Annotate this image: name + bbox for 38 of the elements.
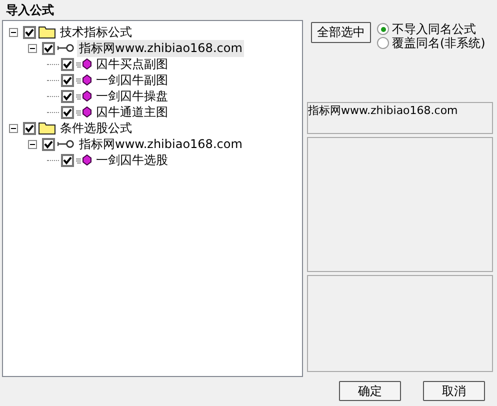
formula-icon — [76, 106, 92, 118]
info-box: 指标网www.zhibiao168.com — [307, 102, 493, 134]
tree-item[interactable]: 一剑囚牛操盘 — [94, 88, 170, 104]
folder-icon — [38, 25, 56, 39]
select-all-button[interactable]: 全部选中 — [311, 22, 371, 43]
tree-item[interactable]: 条件选股公式 — [58, 120, 134, 136]
checkbox[interactable] — [61, 90, 74, 102]
tree-item[interactable]: 囚牛通道主图 — [94, 104, 170, 120]
formula-icon — [76, 58, 92, 70]
checkbox[interactable] — [23, 122, 36, 134]
checkbox[interactable] — [61, 154, 74, 166]
checkbox[interactable] — [23, 26, 36, 38]
tree-item[interactable]: 囚牛买点副图 — [94, 56, 170, 72]
dialog-button[interactable]: 确定 — [339, 381, 401, 401]
radio-option[interactable]: 覆盖同名(非系统) — [377, 36, 486, 50]
collapse-icon[interactable] — [9, 124, 18, 132]
checkbox[interactable] — [61, 106, 74, 118]
formula-icon — [76, 154, 92, 166]
key-icon — [57, 43, 75, 53]
formula-icon — [76, 90, 92, 102]
tree-item[interactable]: 指标网www.zhibiao168.com — [77, 40, 244, 56]
tree-item[interactable]: 一剑囚牛副图 — [94, 72, 170, 88]
radio-option[interactable]: 不导入同名公式 — [377, 22, 486, 36]
dialog-button[interactable]: 取消 — [423, 381, 485, 401]
collapse-icon[interactable] — [28, 44, 37, 52]
checkbox[interactable] — [42, 42, 55, 54]
checkbox[interactable] — [61, 58, 74, 70]
window-title: 导入公式 — [5, 2, 55, 19]
tree-item[interactable]: 一剑囚牛选股 — [94, 152, 170, 168]
key-icon — [57, 139, 75, 149]
formula-icon — [76, 74, 92, 86]
checkbox[interactable] — [61, 74, 74, 86]
collapse-icon[interactable] — [9, 28, 18, 36]
tree-item[interactable]: 技术指标公式 — [58, 24, 134, 40]
checkbox[interactable] — [42, 138, 55, 150]
collapse-icon[interactable] — [28, 140, 37, 148]
tree-item[interactable]: 指标网www.zhibiao168.com — [77, 136, 244, 152]
folder-icon — [38, 121, 56, 135]
